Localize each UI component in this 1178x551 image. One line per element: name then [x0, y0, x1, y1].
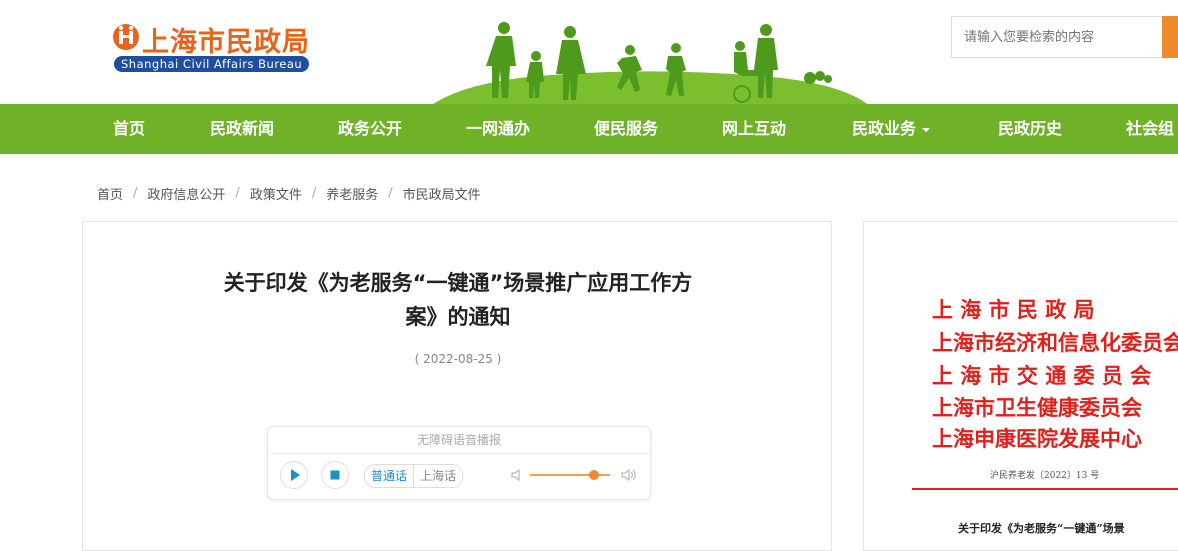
doc-number: 沪民养老发〔2022〕13 号 [990, 471, 1100, 481]
nav-item-social-org[interactable]: 社会组 [1126, 104, 1174, 154]
volume-low-icon[interactable] [510, 468, 524, 482]
breadcrumb-policy[interactable]: 政策文件 [250, 184, 302, 203]
article-title-line-2: 案》的通知 [405, 305, 511, 329]
nav-item-news[interactable]: 民政新闻 [210, 104, 274, 154]
mandarin-option[interactable]: 普通话 [365, 465, 415, 487]
site-header: 上海市民政局 Shanghai Civil Affairs Bureau [0, 0, 1178, 106]
doc-issuer-line: 上海市卫生健康委员会 [932, 395, 1142, 420]
doc-issuer-line: 上 海 市 民 政 局 [932, 297, 1095, 322]
stop-icon [330, 470, 340, 480]
doc-issuer-line: 上 海 市 交 通 委 员 会 [932, 363, 1152, 388]
breadcrumb-separator: / [133, 185, 138, 201]
article-title-line-1: 关于印发《为老服务“一键通”场景推广应用工作方 [223, 271, 693, 295]
stop-button[interactable] [321, 461, 349, 489]
family-silhouette-banner [430, 22, 870, 106]
dialect-toggle: 普通话 上海话 [364, 464, 464, 488]
breadcrumb-separator: / [388, 185, 393, 201]
article-date: ( 2022-08-25 ) [414, 352, 502, 366]
document-preview-panel: 上 海 市 民 政 局 上海市经济和信息化委员会 上 海 市 交 通 委 员 会… [863, 221, 1178, 551]
search-input[interactable] [951, 16, 1163, 58]
volume-slider-handle[interactable] [589, 470, 599, 480]
doc-issuer-line: 上海市经济和信息化委员会 [932, 330, 1178, 355]
site-logo[interactable]: 上海市民政局 Shanghai Civil Affairs Bureau [110, 18, 320, 78]
breadcrumb: 首页 / 政府信息公开 / 政策文件 / 养老服务 / 市民政局文件 [97, 183, 481, 203]
nav-item-home[interactable]: 首页 [113, 104, 145, 154]
nav-item-history[interactable]: 民政历史 [998, 104, 1062, 154]
nav-item-business[interactable]: 民政业务 [852, 104, 931, 154]
breadcrumb-home[interactable]: 首页 [97, 184, 123, 203]
article-panel: 关于印发《为老服务“一键通”场景推广应用工作方 案》的通知 ( 2022-08-… [82, 221, 832, 551]
breadcrumb-separator: / [311, 185, 317, 201]
main-nav: 首页 民政新闻 政务公开 一网通办 便民服务 网上互动 民政业务 民政历史 社会… [0, 104, 1178, 154]
nav-item-services[interactable]: 便民服务 [594, 104, 658, 154]
logo-title: 上海市民政局 [142, 27, 310, 58]
breadcrumb-gov-info[interactable]: 政府信息公开 [147, 184, 225, 203]
caret-down-icon [922, 127, 931, 132]
article-title: 关于印发《为老服务“一键通”场景推广应用工作方 案》的通知 [83, 266, 833, 334]
volume-high-icon[interactable] [620, 468, 638, 482]
shanghainese-option[interactable]: 上海话 [414, 465, 462, 487]
doc-issuer-line: 上海申康医院发展中心 [932, 426, 1142, 451]
play-icon [291, 469, 300, 481]
nav-item-gov-affairs[interactable]: 政务公开 [338, 104, 402, 154]
breadcrumb-bureau-docs[interactable]: 市民政局文件 [403, 184, 481, 203]
search-button[interactable] [1162, 16, 1178, 58]
nav-item-interaction[interactable]: 网上互动 [722, 104, 786, 154]
breadcrumb-elderly[interactable]: 养老服务 [326, 184, 378, 203]
play-button[interactable] [280, 461, 308, 489]
logo-subtitle: Shanghai Civil Affairs Bureau [114, 56, 310, 72]
audio-player-title: 无障碍语音播报 [268, 427, 650, 454]
breadcrumb-separator: / [235, 185, 240, 201]
doc-red-rule [912, 488, 1178, 490]
doc-subtitle: 关于印发《为老服务“一键通”场景 [958, 522, 1125, 535]
nav-item-one-stop[interactable]: 一网通办 [466, 104, 530, 154]
audio-player: 无障碍语音播报 普通话 上海话 [267, 426, 651, 500]
nav-item-business-label: 民政业务 [852, 119, 917, 138]
civil-affairs-emblem-icon [113, 24, 139, 50]
